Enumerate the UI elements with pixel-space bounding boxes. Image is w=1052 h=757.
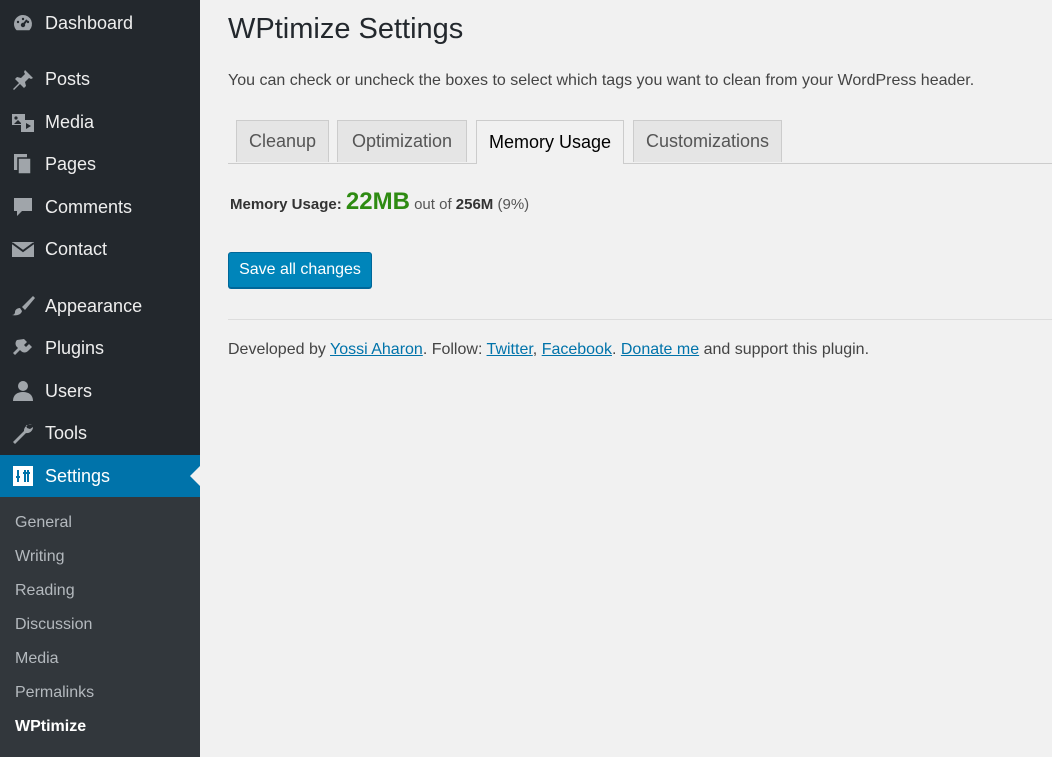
- footer-divider: [228, 319, 1052, 320]
- sidebar-item-media[interactable]: Media: [0, 102, 200, 142]
- envelope-icon: [11, 238, 35, 260]
- submenu-item-media[interactable]: Media: [15, 650, 59, 668]
- sidebar-item-settings[interactable]: Settings: [0, 455, 200, 497]
- sidebar-item-comments[interactable]: Comments: [0, 187, 200, 227]
- submenu-item-reading[interactable]: Reading: [15, 582, 75, 600]
- sidebar-item-contact[interactable]: Contact: [0, 229, 200, 269]
- sidebar-item-appearance[interactable]: Appearance: [0, 286, 200, 326]
- sidebar-item-users[interactable]: Users: [0, 371, 200, 411]
- save-all-changes-button[interactable]: Save all changes: [228, 252, 372, 288]
- tab-optimization[interactable]: Optimization: [337, 120, 467, 162]
- sidebar-item-label: Users: [45, 380, 93, 401]
- footer-tail: and support this plugin.: [703, 341, 870, 358]
- author-link[interactable]: Yossi Aharon: [330, 341, 423, 358]
- user-icon: [11, 380, 35, 402]
- tab-customizations[interactable]: Customizations: [633, 120, 782, 162]
- facebook-link[interactable]: Facebook: [542, 341, 612, 358]
- submenu-item-permalinks[interactable]: Permalinks: [15, 684, 94, 702]
- tab-cleanup[interactable]: Cleanup: [236, 120, 329, 162]
- sidebar-item-label: Tools: [45, 422, 88, 443]
- footer-follow: . Follow:: [422, 341, 483, 358]
- sidebar-item-plugins[interactable]: Plugins: [0, 328, 200, 368]
- sidebar-item-label: Settings: [45, 465, 111, 486]
- tab-memory-usage[interactable]: Memory Usage: [476, 120, 624, 164]
- submenu-item-general[interactable]: General: [15, 514, 72, 532]
- admin-sidebar: Dashboard Posts Media Pages Comments Con…: [0, 0, 200, 757]
- sidebar-item-label: Pages: [45, 153, 97, 174]
- footer-comma: ,: [532, 341, 538, 358]
- footer-developed-by: Developed by: [228, 341, 326, 358]
- submenu-item-discussion[interactable]: Discussion: [15, 616, 92, 634]
- tabs-divider: [228, 163, 1052, 164]
- dashboard-icon: [11, 12, 35, 34]
- sidebar-item-label: Plugins: [45, 337, 105, 358]
- submenu-item-writing[interactable]: Writing: [15, 548, 65, 566]
- page-description: You can check or uncheck the boxes to se…: [228, 72, 975, 89]
- memory-usage-readout: Memory Usage: 22MB out of 256M (9%): [230, 188, 529, 216]
- sidebar-item-dashboard[interactable]: Dashboard: [0, 3, 200, 43]
- page-title: WPtimize Settings: [228, 13, 464, 45]
- sidebar-item-posts[interactable]: Posts: [0, 59, 200, 99]
- pages-icon: [11, 153, 35, 175]
- memory-used-value: 22MB: [345, 188, 410, 215]
- sidebar-item-label: Contact: [45, 238, 108, 259]
- sidebar-item-pages[interactable]: Pages: [0, 144, 200, 184]
- donate-link[interactable]: Donate me: [621, 341, 699, 358]
- media-icon: [11, 111, 35, 133]
- footer-credits: Developed by Yossi Aharon. Follow: Twitt…: [228, 341, 869, 359]
- wrench-icon: [11, 422, 35, 444]
- pushpin-icon: [11, 68, 35, 90]
- sidebar-item-label: Comments: [45, 196, 133, 217]
- sidebar-item-label: Posts: [45, 68, 91, 89]
- plug-icon: [11, 337, 35, 359]
- settings-sliders-icon: [11, 465, 35, 487]
- memory-out-of-text: out of: [414, 196, 452, 213]
- footer-period: .: [611, 341, 617, 358]
- memory-usage-label: Memory Usage:: [230, 196, 342, 213]
- memory-percent: (9%): [497, 196, 530, 213]
- paintbrush-icon: [11, 295, 35, 317]
- comment-bubble-icon: [11, 196, 35, 218]
- submenu-item-wptimize[interactable]: WPtimize: [15, 718, 86, 736]
- sidebar-item-label: Media: [45, 111, 95, 132]
- sidebar-item-label: Appearance: [45, 295, 143, 316]
- settings-submenu: General Writing Reading Discussion Media…: [0, 497, 200, 757]
- sidebar-item-tools[interactable]: Tools: [0, 413, 200, 453]
- memory-total-value: 256M: [455, 196, 494, 213]
- sidebar-item-label: Dashboard: [45, 12, 134, 33]
- twitter-link[interactable]: Twitter: [487, 341, 533, 358]
